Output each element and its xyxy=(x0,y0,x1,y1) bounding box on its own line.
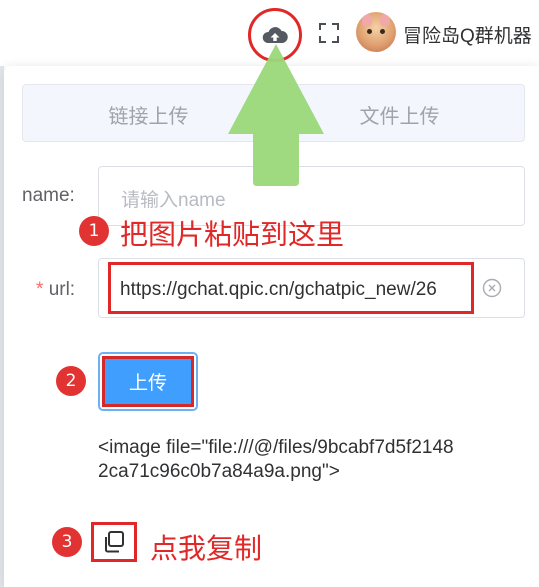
url-label: * url: xyxy=(36,279,75,301)
step-1-note: 把图片粘贴到这里 xyxy=(120,219,345,250)
username[interactable]: 冒险岛Q群机器 xyxy=(403,21,532,48)
result-code: <image file="file:///@/files/9bcabf7d5f2… xyxy=(98,437,454,482)
step-1-badge: 1 xyxy=(79,216,109,246)
url-label-text: url: xyxy=(48,279,76,300)
fullscreen-icon[interactable] xyxy=(318,22,340,44)
name-label: name: xyxy=(22,185,75,206)
required-mark: * xyxy=(36,279,44,300)
avatar-eye xyxy=(367,29,372,34)
arrow-up-icon xyxy=(228,44,324,186)
name-placeholder: 请输入name xyxy=(121,190,226,211)
step-3-badge: 3 xyxy=(52,527,82,557)
submit-upload-button[interactable]: 上传 xyxy=(102,356,194,407)
avatar[interactable] xyxy=(356,12,396,52)
avatar-eye xyxy=(380,29,385,34)
copy-icon xyxy=(105,531,124,553)
url-value[interactable]: https://gchat.qpic.cn/gchatpic_new/26 xyxy=(120,279,472,301)
copy-button[interactable] xyxy=(91,522,137,562)
step-2-badge: 2 xyxy=(56,366,86,396)
step-3-note: 点我复制 xyxy=(150,533,263,564)
clear-icon[interactable] xyxy=(482,278,502,298)
